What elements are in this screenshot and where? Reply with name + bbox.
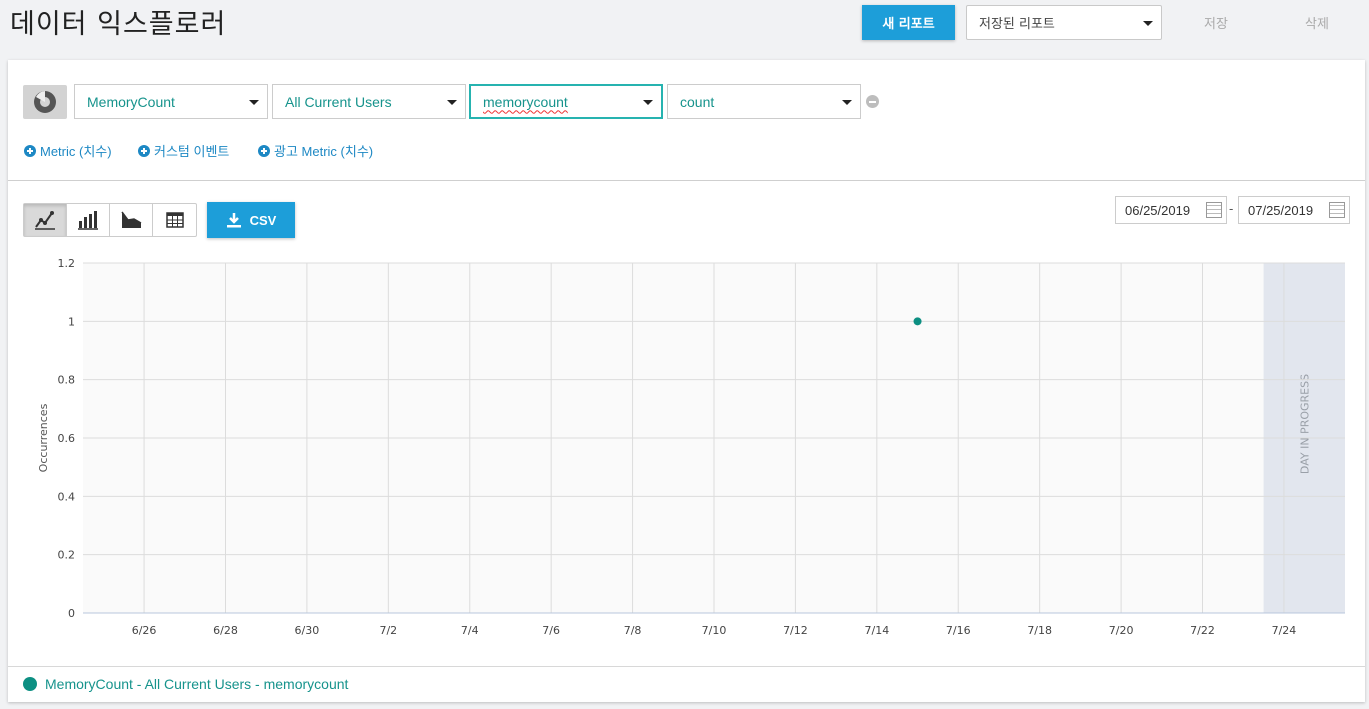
parameter-select[interactable]: memorycount [469,84,663,119]
delete-link[interactable]: 삭제 [1305,13,1329,32]
bar-chart-icon [78,211,98,230]
plus-circle-icon [24,144,36,157]
segment-select-value: All Current Users [285,93,392,110]
aggregation-select-value: count [680,93,715,110]
saved-reports-value: 저장된 리포트 [979,17,1055,32]
plus-circle-icon [138,144,150,157]
add-ad-metric-link[interactable]: 광고 Metric (치수) [258,141,373,160]
legend-label: MemoryCount - All Current Users - memory… [45,676,349,692]
x-tick-label: 7/8 [624,624,642,637]
event-select-value: MemoryCount [87,93,175,110]
y-tick-label: 1 [68,315,75,328]
x-tick-label: 7/14 [864,624,889,637]
x-tick-label: 7/16 [946,624,971,637]
add-custom-event-label: 커스텀 이벤트 [154,144,230,159]
start-date-input[interactable]: 06/25/2019 [1115,196,1227,224]
plus-circle-icon [258,144,270,157]
chevron-down-icon [447,99,457,105]
x-tick-label: 7/12 [783,624,808,637]
line-chart-icon [35,211,55,230]
x-tick-label: 6/28 [213,624,238,637]
y-tick-label: 0 [68,607,75,620]
add-metric-label: Metric (치수) [40,144,112,159]
add-metric-link[interactable]: Metric (치수) [24,141,112,160]
y-tick-label: 0.6 [58,432,76,445]
x-tick-label: 7/18 [1027,624,1052,637]
x-tick-label: 7/22 [1190,624,1215,637]
add-ad-metric-label: 광고 Metric (치수) [274,144,374,159]
segment-select[interactable]: All Current Users [272,84,466,119]
legend-divider [8,666,1365,667]
chevron-down-icon [1143,20,1153,26]
area-chart-view-button[interactable] [110,204,153,236]
pie-chart-icon [34,91,56,113]
x-tick-label: 6/26 [132,624,157,637]
occurrences-chart: DAY IN PROGRESS 0 0.2 0.4 0.6 0.8 1 1.2 6/26 6/28… [37,257,1345,637]
area-chart-icon [121,211,142,228]
data-point [913,317,922,326]
chart-type-toggle [23,203,197,237]
y-tick-label: 0.4 [58,490,76,503]
end-date-value: 07/25/2019 [1248,202,1314,218]
calendar-icon[interactable] [1329,202,1345,218]
start-date-value: 06/25/2019 [1125,202,1191,218]
date-separator: - [1229,201,1234,216]
saved-reports-select[interactable]: 저장된 리포트 [966,5,1162,40]
chevron-down-icon [643,99,653,105]
x-tick-label: 7/4 [461,624,479,637]
calendar-icon[interactable] [1206,202,1222,218]
parameter-select-value: memorycount [483,93,568,110]
y-tick-label: 0.8 [58,374,76,387]
chevron-down-icon [249,99,259,105]
csv-download-button[interactable]: CSV [207,202,295,238]
csv-label: CSV [249,212,277,228]
aggregation-select[interactable]: count [667,84,861,119]
x-tick-label: 7/20 [1109,624,1134,637]
chevron-down-icon [842,99,852,105]
y-axis-label: Occurrences [37,403,50,472]
event-select[interactable]: MemoryCount [74,84,268,119]
table-view-button[interactable] [153,204,196,236]
day-in-progress-label: DAY IN PROGRESS [1298,374,1311,474]
y-tick-label: 0.2 [58,549,76,562]
x-tick-label: 7/10 [702,624,727,637]
x-tick-label: 7/6 [542,624,560,637]
section-divider [8,180,1365,181]
report-card: MemoryCount All Current Users memorycoun… [8,60,1365,702]
new-report-button[interactable]: 새 리포트 [862,5,955,40]
x-tick-label: 7/24 [1272,624,1297,637]
data-source-button[interactable] [23,85,67,119]
x-tick-label: 6/30 [295,624,320,637]
save-link[interactable]: 저장 [1204,13,1228,32]
download-icon [226,213,241,228]
end-date-input[interactable]: 07/25/2019 [1238,196,1350,224]
remove-row-icon[interactable] [866,95,879,108]
line-chart-view-button[interactable] [24,204,67,236]
chart-legend[interactable]: MemoryCount - All Current Users - memory… [23,676,348,692]
x-tick-label: 7/2 [379,624,397,637]
y-tick-label: 1.2 [58,257,76,270]
bar-chart-view-button[interactable] [67,204,110,236]
add-custom-event-link[interactable]: 커스텀 이벤트 [138,141,229,160]
page-title: 데이터 익스플로러 [10,9,227,40]
legend-dot-icon [23,677,37,691]
table-icon [165,212,184,228]
chart-area: DAY IN PROGRESS 0 0.2 0.4 0.6 0.8 1 1.2 6/26 6/28… [8,252,1365,667]
